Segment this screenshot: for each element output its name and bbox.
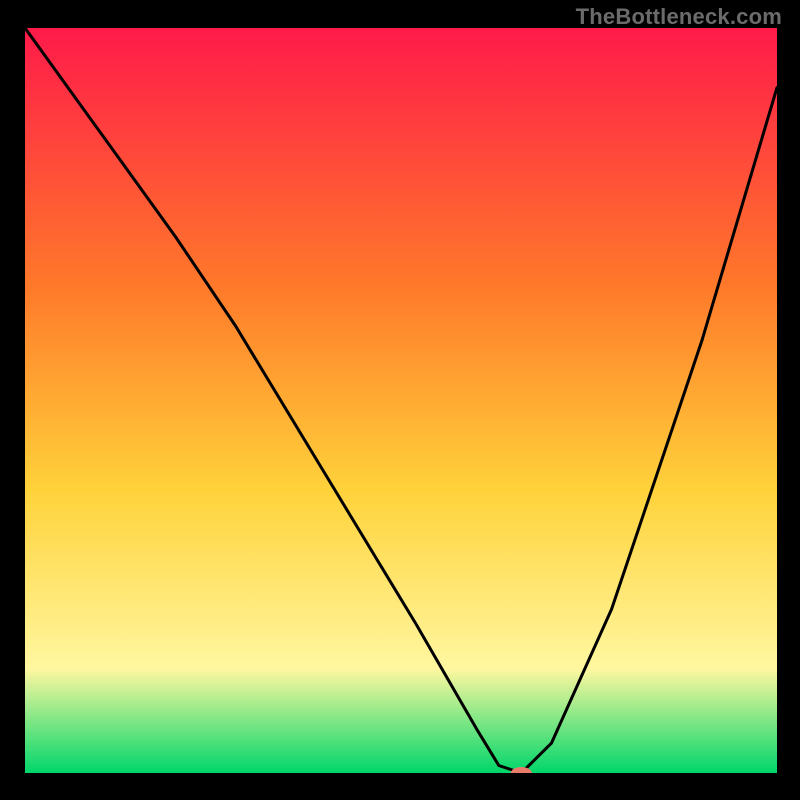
watermark-text: TheBottleneck.com bbox=[576, 4, 782, 30]
plot-background bbox=[25, 28, 777, 773]
bottleneck-chart bbox=[0, 0, 800, 800]
frame-left bbox=[0, 0, 25, 800]
frame-right bbox=[777, 0, 800, 800]
chart-container: TheBottleneck.com bbox=[0, 0, 800, 800]
frame-bottom bbox=[0, 773, 800, 800]
